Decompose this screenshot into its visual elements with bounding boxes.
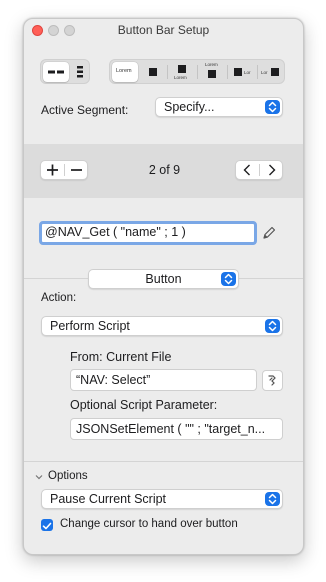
orientation-segmented-control	[40, 59, 90, 84]
label-only-button[interactable]: Lorem	[112, 62, 138, 82]
square-icon	[271, 68, 279, 76]
active-segment-value: Specify...	[164, 100, 215, 114]
icon-below-label-button[interactable]: Lorem	[198, 62, 226, 82]
segment-navigation-bar: 2 of 9	[24, 144, 303, 198]
popup-chevron-icon	[265, 100, 280, 114]
script-link-icon	[268, 375, 276, 386]
action-value: Perform Script	[50, 319, 130, 333]
script-name-value: “NAV: Select”	[76, 373, 151, 387]
square-icon	[208, 70, 216, 78]
prev-next-segment-group	[235, 160, 283, 180]
window-title: Button Bar Setup	[117, 23, 210, 37]
change-cursor-label: Change cursor to hand over button	[60, 518, 238, 530]
disclosure-chevron-icon[interactable]	[34, 472, 44, 482]
chevron-right-icon	[269, 164, 276, 176]
icon-only-button[interactable]	[140, 62, 166, 82]
icon-above-label-button[interactable]: Lorem	[168, 62, 196, 82]
script-parameter-value: JSONSetElement ( "" ; "target_n...	[76, 422, 266, 436]
options-popup[interactable]: Pause Current Script	[41, 489, 283, 509]
pencil-icon[interactable]	[261, 225, 277, 241]
options-label[interactable]: Options	[48, 470, 88, 482]
script-parameter-field[interactable]: JSONSetElement ( "" ; "target_n...	[70, 418, 283, 440]
horizontal-bar-icon	[48, 70, 64, 74]
vertical-orientation-button[interactable]	[71, 62, 89, 82]
segment-type-value: Button	[145, 272, 182, 286]
script-parameter-label: Optional Script Parameter:	[70, 398, 218, 412]
divider	[24, 461, 303, 462]
active-segment-label: Active Segment:	[41, 103, 129, 117]
next-segment-button[interactable]	[260, 161, 283, 179]
segment-type-popup[interactable]: Button	[88, 269, 239, 289]
icon-above-label-text: Lorem	[174, 75, 187, 80]
square-icon	[149, 68, 157, 76]
action-popup[interactable]: Perform Script	[41, 316, 283, 336]
horizontal-orientation-button[interactable]	[43, 62, 69, 82]
segment-calculation-field[interactable]: @NAV_Get ( "name" ; 1 )	[39, 221, 257, 245]
label-position-segmented-control: Lorem Lorem Lorem Lor Lor	[109, 59, 285, 84]
previous-segment-button[interactable]	[236, 161, 259, 179]
script-source-label: From: Current File	[70, 350, 172, 364]
specify-script-button[interactable]	[262, 370, 283, 391]
label-only-text: Lorem	[116, 68, 132, 74]
change-cursor-checkbox[interactable]	[41, 519, 53, 531]
icon-left-of-label-text: Lor	[244, 70, 251, 75]
action-label: Action:	[41, 292, 77, 304]
segment-calculation-value: @NAV_Get ( "name" ; 1 )	[45, 225, 186, 239]
square-icon	[234, 68, 242, 76]
script-name-field[interactable]: “NAV: Select”	[70, 369, 257, 391]
popup-chevron-icon	[221, 272, 236, 286]
title-bar: Button Bar Setup	[24, 19, 303, 41]
options-popup-value: Pause Current Script	[50, 492, 167, 506]
popup-chevron-icon	[265, 492, 280, 506]
popup-chevron-icon	[265, 319, 280, 333]
checkmark-icon	[42, 522, 52, 530]
chevron-left-icon	[243, 164, 250, 176]
button-bar-setup-window: Button Bar Setup Lorem Lorem Lorem Lor L…	[23, 18, 304, 555]
vertical-bar-icon	[77, 66, 83, 78]
active-segment-popup[interactable]: Specify...	[155, 97, 283, 117]
icon-right-of-label-button[interactable]: Lor	[258, 62, 284, 82]
icon-left-of-label-button[interactable]: Lor	[228, 62, 256, 82]
